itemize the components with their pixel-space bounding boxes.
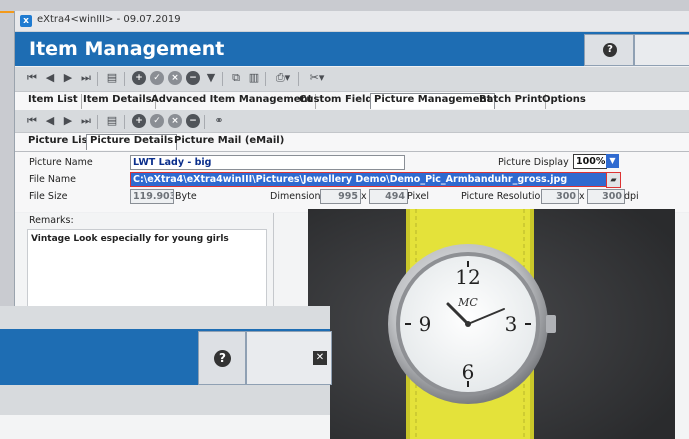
help-button[interactable]: ? (584, 34, 634, 66)
copy-icon[interactable]: ⧉ (229, 71, 243, 85)
dimension-label: Dimension (270, 191, 321, 202)
numeral-12: 12 (455, 265, 480, 289)
question-circle-icon: ? (214, 350, 231, 367)
picture-tab-bar: Picture List Picture Details Picture Mai… (15, 133, 689, 152)
last-icon[interactable]: ⏭ (79, 71, 93, 85)
resolution-x-field: 300 (541, 189, 579, 204)
add-icon[interactable]: + (132, 114, 146, 128)
paste-icon[interactable]: ▥ (247, 71, 261, 85)
link-icon[interactable]: ⚭ (212, 114, 226, 128)
tab-options[interactable]: Options (539, 94, 589, 109)
file-size-unit: Byte (175, 191, 197, 202)
remove-icon[interactable]: − (186, 114, 200, 128)
resolution-unit: dpi (624, 191, 639, 202)
next-icon[interactable]: ▶ (61, 114, 75, 128)
front-help-button[interactable]: ? (198, 331, 246, 385)
resolution-y-field: 300 (587, 189, 625, 204)
front-toolbar (0, 385, 330, 415)
filter-icon[interactable]: ▼ (204, 71, 218, 85)
numeral-3: 3 (505, 312, 518, 336)
picture-name-label: Picture Name (29, 157, 93, 168)
x-app-icon: x (20, 15, 32, 27)
file-name-label: File Name (29, 174, 76, 185)
list-icon[interactable]: ▤ (105, 71, 119, 85)
prev-icon[interactable]: ◀ (43, 71, 57, 85)
last-icon[interactable]: ⏭ (79, 114, 93, 128)
dimension-x: x (361, 191, 367, 202)
first-icon[interactable]: ⏮ (25, 114, 39, 128)
title-bar: x eXtra4<winIII> - 09.07.2019 (15, 11, 689, 32)
remarks-label: Remarks: (29, 215, 74, 226)
main-tab-bar: Item List Item Details Advanced Item Man… (15, 92, 689, 111)
remarks-text: Vintage Look especially for young girls (31, 234, 229, 244)
cancel-icon[interactable]: × (168, 114, 182, 128)
print-icon[interactable]: ⎙▾ (273, 71, 293, 85)
tab-batch-print[interactable]: Batch Print (476, 94, 547, 109)
front-title-bar (0, 306, 330, 329)
confirm-icon[interactable]: ✓ (150, 114, 164, 128)
dimension-height-field: 494 (369, 189, 408, 204)
chevron-down-icon[interactable]: ▼ (606, 154, 619, 168)
file-name-field[interactable]: C:\eXtra4\eXtra4winIII\Pictures\Jeweller… (130, 172, 607, 187)
next-icon[interactable]: ▶ (61, 71, 75, 85)
numeral-9: 9 (419, 312, 432, 336)
front-body (0, 415, 330, 439)
file-size-label: File Size (29, 191, 68, 202)
main-toolbar: ⏮ ◀ ▶ ⏭ ▤ + ✓ × − ▼ ⧉ ▥ ⎙▾ ✂▾ (15, 67, 689, 92)
picture-display-select[interactable]: 100% (573, 154, 607, 169)
picture-toolbar: ⏮ ◀ ▶ ⏭ ▤ + ✓ × − ⚭ (15, 110, 689, 133)
numeral-6: 6 (462, 360, 475, 384)
cancel-icon[interactable]: × (168, 71, 182, 85)
first-icon[interactable]: ⏮ (25, 71, 39, 85)
front-close-button[interactable]: ✕ (246, 331, 332, 385)
picture-name-field[interactable]: LWT Lady - big (130, 155, 405, 170)
page-title: Item Management (29, 38, 225, 60)
module-header: Item Management ? (15, 32, 689, 66)
picture-display-label: Picture Display (498, 157, 569, 168)
add-icon[interactable]: + (132, 71, 146, 85)
list-icon[interactable]: ▤ (105, 114, 119, 128)
dimension-width-field: 995 (320, 189, 361, 204)
confirm-icon[interactable]: ✓ (150, 71, 164, 85)
tab-item-details[interactable]: Item Details (80, 94, 156, 109)
window-title: eXtra4<winIII> - 09.07.2019 (37, 14, 181, 25)
tab-picture-details[interactable]: Picture Details (86, 134, 178, 150)
brand-logo: MC (457, 296, 478, 309)
prev-icon[interactable]: ◀ (43, 114, 57, 128)
product-photo: 12 3 6 9 MC (308, 209, 675, 439)
folder-icon[interactable]: ▰ (606, 172, 621, 188)
tools-icon[interactable]: ✂▾ (307, 71, 327, 85)
tab-item-list[interactable]: Item List (25, 94, 82, 109)
tab-picture-mail[interactable]: Picture Mail (eMail) (171, 135, 287, 150)
picture-details-form: Picture Name LWT Lady - big Picture Disp… (15, 152, 689, 212)
remove-icon[interactable]: − (186, 71, 200, 85)
resolution-label: Picture Resolution (461, 191, 547, 202)
file-size-field: 119.903 (130, 189, 174, 204)
dimension-unit: Pixel (407, 191, 429, 202)
header-spacer (634, 34, 689, 66)
question-circle-icon: ? (603, 43, 617, 57)
close-icon: ✕ (313, 351, 327, 365)
watch-image: 12 3 6 9 MC (308, 209, 675, 439)
resolution-x: x (579, 191, 585, 202)
front-window: ? ✕ (0, 306, 332, 439)
tab-advanced-item-management[interactable]: Advanced Item Management (148, 94, 317, 109)
